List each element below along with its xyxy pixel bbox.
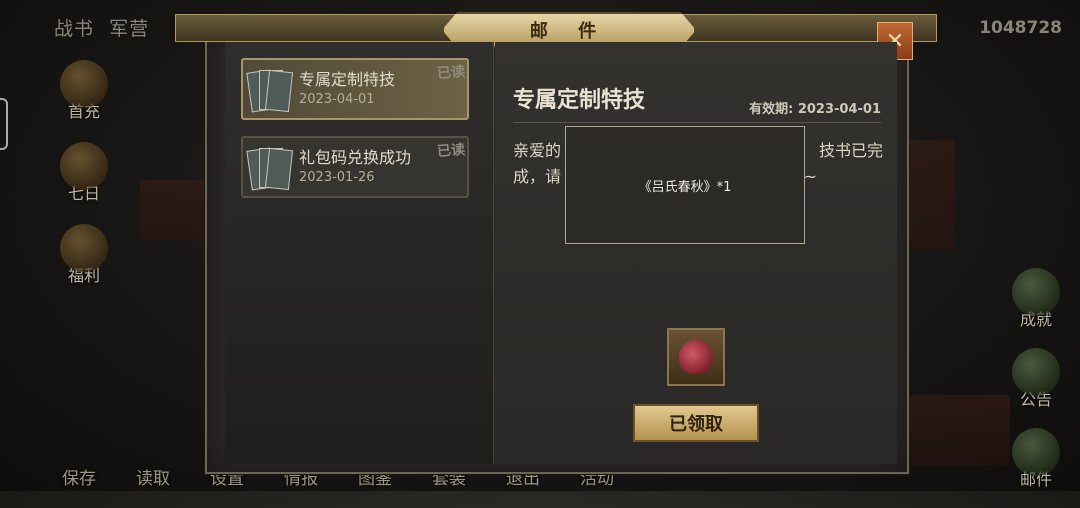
mail-subject: 礼包码兑换成功 [299,148,412,167]
tooltip-text: 《吕氏春秋》*1 [638,179,732,195]
achievement-icon [1012,268,1060,316]
mail-detail-title: 专属定制特技 [513,88,646,113]
mail-icon [1012,428,1060,476]
red-pouch-icon [679,340,713,374]
body-line1-start: 亲爱的 [513,141,562,160]
validity-date: 有效期: 2023-04-01 [749,102,881,117]
bg-furniture [905,140,955,250]
achievement-button[interactable]: 成就 [1004,268,1068,346]
currency-counter: 1048728 [979,18,1062,38]
window-title-text: 邮 件 [529,21,609,42]
side-drawer-handle[interactable] [0,98,8,150]
bg-furniture [910,395,1010,465]
top-tabs: 战书 军营 [54,14,157,41]
mail-date: 2023-04-01 [299,92,375,107]
body-line1-end: 技书已完 [818,141,883,160]
right-menu: 成就 公告 邮件 [1004,268,1074,508]
first-charge-button[interactable]: 首充 [52,60,116,138]
read-stamp: 已读 [436,142,466,160]
mail-subject: 专属定制特技 [299,70,396,89]
scroll-book-icon [246,68,294,113]
bg-furniture [140,180,210,240]
mail-detail: 专属定制特技 有效期: 2023-04-01 亲爱的 技书已完 成，请 乐~ 《… [495,42,897,464]
read-stamp: 已读 [436,64,466,82]
claimed-button[interactable]: 已领取 [633,404,759,442]
mail-list-item[interactable]: 礼包码兑换成功 2023-01-26 已读 [241,136,469,198]
item-tooltip: 《吕氏春秋》*1 [565,126,805,244]
mail-button[interactable]: 邮件 [1004,428,1068,506]
left-menu: 首充 七日 福利 [52,60,122,306]
welfare-button[interactable]: 福利 [52,224,116,302]
mail-list-item[interactable]: 专属定制特技 2023-04-01 已读 [241,58,469,120]
announcement-icon [1012,348,1060,396]
claimed-label: 已领取 [669,414,723,435]
save-button[interactable]: 保存 [62,464,96,489]
mail-window: 邮 件 ✕ 专属定制特技 2023-04-01 已读 礼包码兑换成功 2023-… [175,12,937,474]
load-button[interactable]: 读取 [136,464,170,489]
scroll-book-icon [246,146,294,191]
body-line2-start: 成，请 [513,167,562,186]
mail-date: 2023-01-26 [299,170,375,185]
seven-day-button[interactable]: 七日 [52,142,116,220]
announcement-button[interactable]: 公告 [1004,348,1068,426]
welfare-icon [60,224,108,272]
mail-list: 专属定制特技 2023-04-01 已读 礼包码兑换成功 2023-01-26 … [225,42,494,464]
first-charge-icon [60,60,108,108]
tab-junying[interactable]: 军营 [109,18,149,40]
divider [513,122,881,123]
seven-day-icon [60,142,108,190]
reward-slot[interactable] [667,328,725,386]
tab-zhanshu[interactable]: 战书 [54,18,94,40]
